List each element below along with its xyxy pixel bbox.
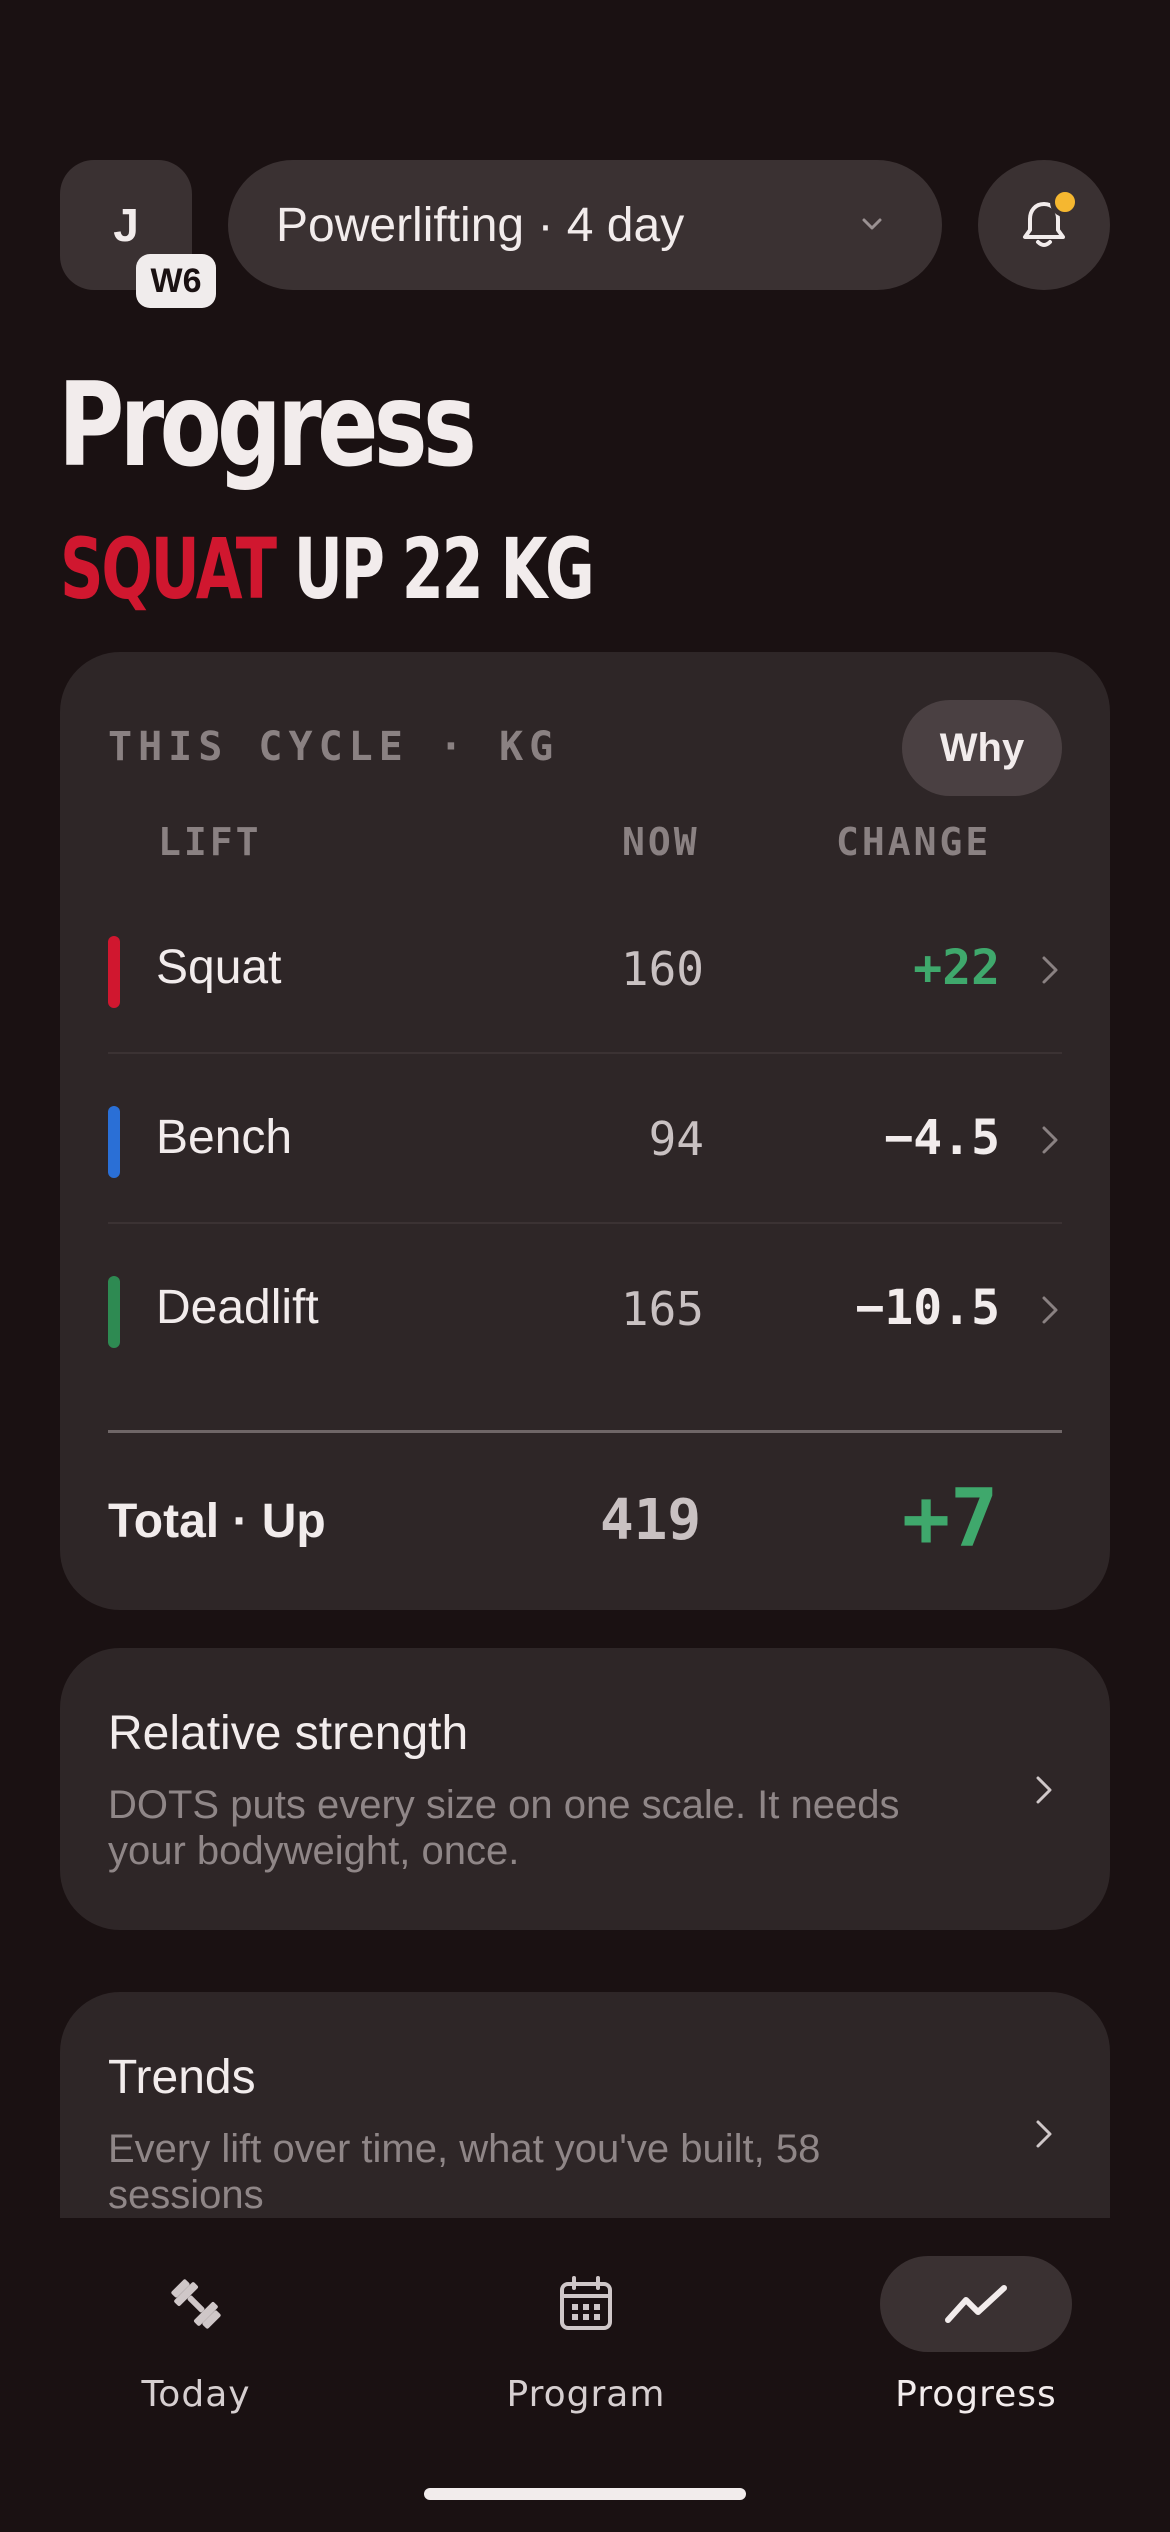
total-change: +7: [902, 1472, 999, 1565]
card-description: DOTS puts every size on one scale. It ne…: [108, 1783, 900, 1873]
why-button[interactable]: Why: [902, 700, 1062, 796]
lift-now: 165: [620, 1282, 704, 1336]
nav-icon-container: [880, 2256, 1072, 2352]
lift-color-bar: [108, 1276, 120, 1348]
home-indicator[interactable]: [424, 2488, 746, 2500]
bottom-navigation: Today Program Progress: [0, 2218, 1170, 2532]
lift-name: Squat: [156, 941, 282, 994]
lift-now: 160: [620, 942, 704, 996]
nav-item-progress[interactable]: Progress: [790, 2256, 1150, 2446]
headline-lift: SQUAT: [60, 520, 277, 618]
total-now: 419: [600, 1488, 702, 1553]
column-header-now: NOW: [622, 820, 700, 864]
lift-change: −10.5: [855, 1280, 1001, 1336]
lift-color-bar: [108, 1106, 120, 1178]
lift-now: 94: [648, 1112, 704, 1166]
card-title: Relative strength: [108, 1707, 469, 1760]
column-header-change: CHANGE: [836, 820, 992, 864]
calendar-icon: [560, 2276, 612, 2330]
chevron-right-icon: [1042, 1296, 1058, 1324]
card-description: Every lift over time, what you've built,…: [108, 2127, 821, 2217]
lift-change: −4.5: [884, 1110, 1000, 1166]
lift-color-bar: [108, 936, 120, 1008]
card-title: Trends: [108, 2051, 256, 2104]
lift-name: Bench: [156, 1111, 293, 1164]
nav-label: Program: [506, 2374, 666, 2415]
total-divider: [108, 1430, 1062, 1433]
cycle-summary-card: THIS CYCLE · KG Why LIFT NOW CHANGE Squa…: [60, 652, 1110, 1610]
week-badge: W6: [136, 254, 216, 308]
headline-text: UP 22 KG: [293, 520, 595, 618]
total-label: Total · Up: [108, 1495, 326, 1548]
nav-icon-container: [100, 2256, 292, 2352]
nav-icon-container: [490, 2256, 682, 2352]
relative-strength-card[interactable]: Relative strength DOTS puts every size o…: [60, 1648, 1110, 1930]
chevron-right-icon: [1036, 1776, 1052, 1804]
nav-item-today[interactable]: Today: [10, 2256, 370, 2446]
chevron-right-icon: [1036, 2120, 1052, 2148]
lift-change: +22: [913, 940, 1000, 996]
progress-headline: SQUAT UP 22 KG: [60, 520, 595, 618]
program-selector[interactable]: Powerlifting · 4 day: [228, 160, 942, 290]
chevron-right-icon: [1042, 1126, 1058, 1154]
nav-label: Today: [141, 2374, 251, 2415]
lift-name: Deadlift: [156, 1281, 319, 1334]
avatar-initial: J: [113, 199, 139, 251]
lift-row-squat[interactable]: Squat 160 +22: [108, 884, 1062, 1054]
nav-item-program[interactable]: Program: [400, 2256, 760, 2446]
notification-dot: [1050, 187, 1080, 217]
lift-row-deadlift[interactable]: Deadlift 165 −10.5: [108, 1224, 1062, 1394]
notifications-button[interactable]: [978, 160, 1110, 290]
nav-label: Progress: [895, 2374, 1057, 2415]
chevron-down-icon: [862, 218, 882, 230]
program-name: Powerlifting · 4 day: [276, 198, 685, 252]
trend-line-icon: [945, 2285, 1007, 2323]
page-title: Progress: [58, 358, 477, 493]
chevron-right-icon: [1042, 956, 1058, 984]
lift-row-bench[interactable]: Bench 94 −4.5: [108, 1054, 1062, 1224]
card-label: THIS CYCLE · KG: [108, 724, 560, 770]
column-header-lift: LIFT: [158, 820, 262, 864]
dumbbell-icon: [171, 2279, 221, 2329]
